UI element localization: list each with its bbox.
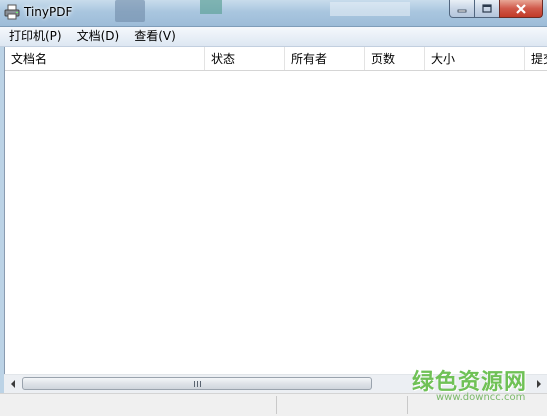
menu-bar: 打印机(P) 文档(D) 查看(V) <box>0 27 547 47</box>
menu-printer[interactable]: 打印机(P) <box>3 28 68 45</box>
arrow-left-icon <box>10 380 15 388</box>
column-header-pages[interactable]: 页数 <box>365 47 425 70</box>
column-header-document-name[interactable]: 文档名 <box>5 47 205 70</box>
watermark-url: www.downcc.com <box>436 392 526 403</box>
grip-icon <box>193 380 201 387</box>
scroll-left-button[interactable] <box>4 375 21 393</box>
window-title: TinyPDF <box>24 5 73 19</box>
printer-icon[interactable] <box>4 4 20 20</box>
site-watermark: 绿色资源网 www.downcc.com <box>410 364 547 404</box>
scrollbar-thumb[interactable] <box>22 377 372 390</box>
minimize-button[interactable] <box>449 0 475 18</box>
title-bar[interactable]: TinyPDF <box>0 0 547 27</box>
status-pane <box>277 396 408 414</box>
background-window-fragment <box>115 0 145 22</box>
menu-document[interactable]: 文档(D) <box>71 28 126 45</box>
minimize-icon <box>457 9 467 12</box>
column-header-status[interactable]: 状态 <box>205 47 285 70</box>
menu-view[interactable]: 查看(V) <box>128 28 182 45</box>
background-window-fragment <box>330 2 410 16</box>
status-pane <box>0 396 277 414</box>
column-header-submitted[interactable]: 提交 <box>525 47 547 70</box>
close-icon <box>516 3 526 14</box>
window-controls <box>449 0 543 19</box>
maximize-icon <box>482 4 492 13</box>
maximize-button[interactable] <box>474 0 500 18</box>
close-button[interactable] <box>499 0 543 18</box>
column-header-owner[interactable]: 所有者 <box>285 47 365 70</box>
list-header: 文档名 状态 所有者 页数 大小 提交 <box>5 47 547 71</box>
print-queue-list[interactable]: 文档名 状态 所有者 页数 大小 提交 <box>4 47 547 393</box>
column-header-size[interactable]: 大小 <box>425 47 525 70</box>
background-window-fragment <box>200 0 222 14</box>
